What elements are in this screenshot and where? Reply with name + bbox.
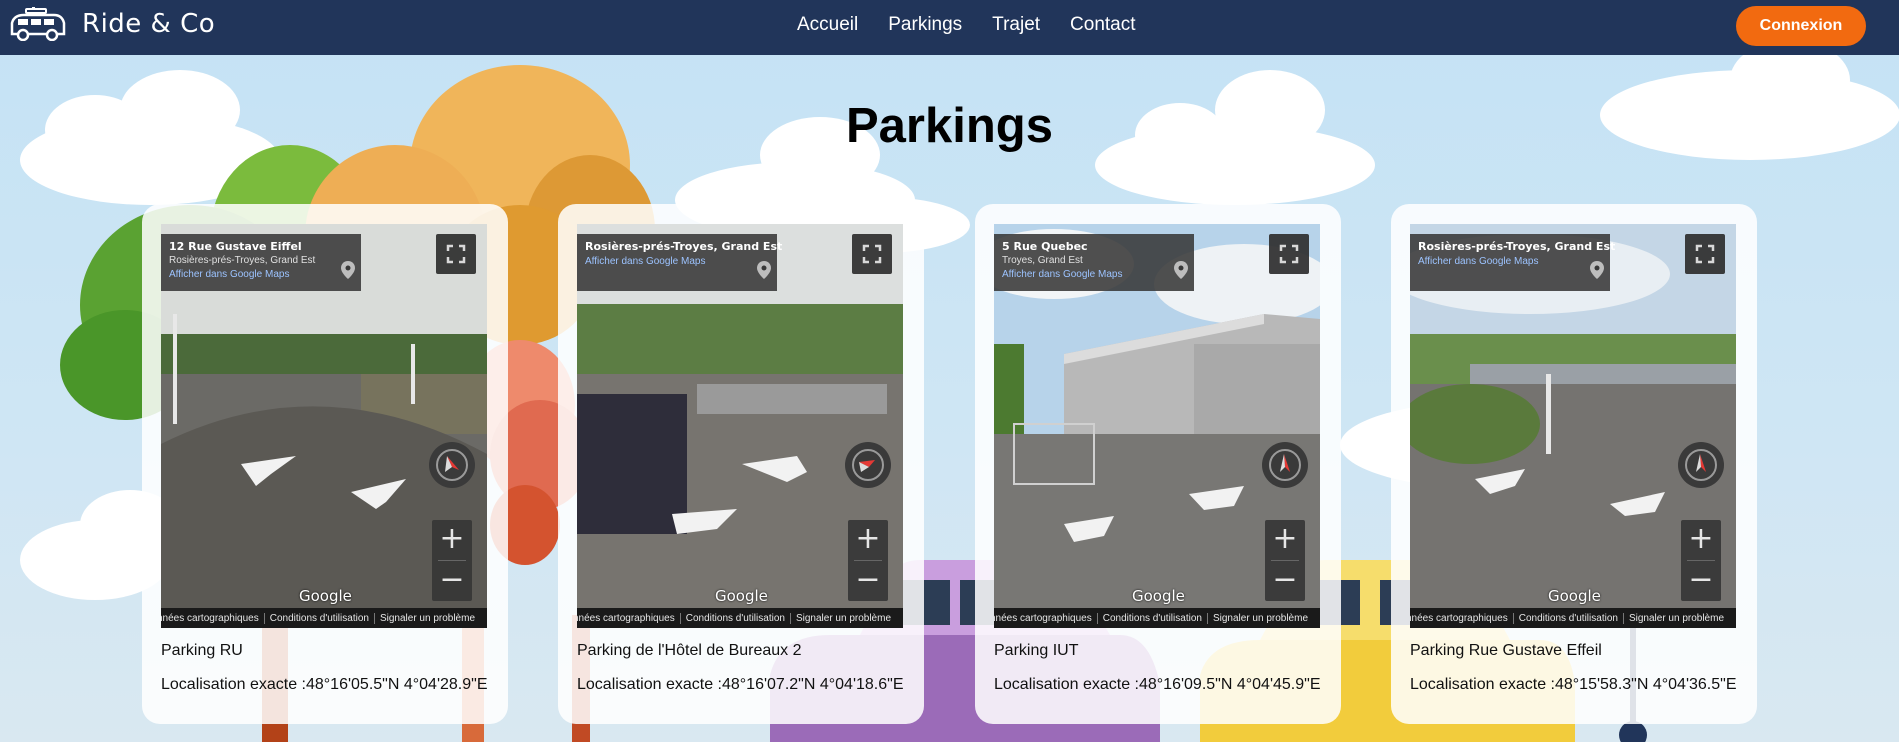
map-data-link[interactable]: nnées cartographiques (994, 612, 1098, 624)
parking-name: Parking Rue Gustave Effeil (1410, 642, 1602, 659)
compass-control[interactable] (1262, 442, 1308, 488)
zoom-out-button[interactable]: − (432, 561, 472, 601)
streetview-panel[interactable]: Rosières-prés-Troyes, Grand Est Afficher… (1410, 224, 1736, 628)
google-logo: Google (1132, 587, 1185, 605)
terms-link[interactable]: Conditions d'utilisation (265, 612, 375, 624)
nav-link-trajet[interactable]: Trajet (992, 14, 1040, 36)
terms-link[interactable]: Conditions d'utilisation (1098, 612, 1208, 624)
streetview-panel[interactable]: 12 Rue Gustave Eiffel Rosières-prés-Troy… (161, 224, 487, 628)
address-subtitle: Rosières-prés-Troyes, Grand Est (169, 255, 316, 266)
map-footer: nnées cartographiques Conditions d'utili… (161, 608, 487, 628)
terms-link[interactable]: Conditions d'utilisation (1514, 612, 1624, 624)
report-problem-link[interactable]: Signaler un problème (1624, 613, 1729, 624)
map-pin-icon[interactable] (757, 261, 771, 279)
zoom-in-button[interactable]: + (432, 520, 472, 560)
parking-card-iut: 5 Rue Quebec Troyes, Grand Est Afficher … (975, 204, 1341, 724)
address-title: 12 Rue Gustave Eiffel (169, 240, 302, 253)
zoom-controls: + − (1265, 520, 1305, 601)
address-title: 5 Rue Quebec (1002, 240, 1088, 253)
google-logo: Google (299, 587, 352, 605)
compass-icon (852, 449, 884, 481)
map-pin-icon[interactable] (341, 261, 355, 279)
parking-card-gustave-effeil: Rosières-prés-Troyes, Grand Est Afficher… (1391, 204, 1757, 724)
zoom-out-button[interactable]: − (848, 561, 888, 601)
zoom-out-button[interactable]: − (1265, 561, 1305, 601)
address-box: 12 Rue Gustave Eiffel Rosières-prés-Troy… (161, 234, 361, 291)
parking-name: Parking IUT (994, 642, 1079, 659)
zoom-in-button[interactable]: + (848, 520, 888, 560)
parking-name: Parking de l'Hôtel de Bureaux 2 (577, 642, 802, 659)
address-subtitle: Troyes, Grand Est (1002, 255, 1083, 266)
address-box: Rosières-prés-Troyes, Grand Est Afficher… (1410, 234, 1616, 291)
google-logo: Google (715, 587, 768, 605)
map-pin-icon[interactable] (1590, 261, 1604, 279)
fullscreen-button[interactable] (1269, 234, 1309, 274)
map-data-link[interactable]: nnées cartographiques (577, 612, 681, 624)
map-pin-icon[interactable] (1174, 261, 1188, 279)
fullscreen-icon (862, 244, 882, 264)
view-in-maps-link[interactable]: Afficher dans Google Maps (585, 256, 769, 267)
map-data-link[interactable]: nnées cartographiques (161, 612, 265, 624)
parking-location: Localisation exacte :48°16'09.5"N 4°04'4… (994, 676, 1321, 693)
fullscreen-button[interactable] (852, 234, 892, 274)
parking-name: Parking RU (161, 642, 243, 659)
compass-control[interactable] (429, 442, 475, 488)
report-problem-link[interactable]: Signaler un problème (1208, 613, 1313, 624)
zoom-out-button[interactable]: − (1681, 561, 1721, 601)
fullscreen-button[interactable] (436, 234, 476, 274)
map-data-link[interactable]: nnées cartographiques (1410, 612, 1514, 624)
zoom-controls: + − (848, 520, 888, 601)
terms-link[interactable]: Conditions d'utilisation (681, 612, 791, 624)
compass-icon (1685, 449, 1717, 481)
fullscreen-icon (1279, 244, 1299, 264)
fullscreen-button[interactable] (1685, 234, 1725, 274)
compass-icon (1269, 449, 1301, 481)
zoom-controls: + − (432, 520, 472, 601)
zoom-in-button[interactable]: + (1681, 520, 1721, 560)
address-title: Rosières-prés-Troyes, Grand Est (585, 240, 783, 253)
report-problem-link[interactable]: Signaler un problème (375, 613, 480, 624)
map-footer: nnées cartographiques Conditions d'utili… (577, 608, 903, 628)
streetview-panel[interactable]: Rosières-prés-Troyes, Grand Est Afficher… (577, 224, 903, 628)
nav-link-accueil[interactable]: Accueil (797, 14, 858, 36)
map-footer: nnées cartographiques Conditions d'utili… (1410, 608, 1736, 628)
fullscreen-icon (446, 244, 466, 264)
nav-link-contact[interactable]: Contact (1070, 14, 1135, 36)
view-in-maps-link[interactable]: Afficher dans Google Maps (169, 269, 353, 280)
login-button[interactable]: Connexion (1736, 6, 1866, 46)
parking-card-ru: 12 Rue Gustave Eiffel Rosières-prés-Troy… (142, 204, 508, 724)
zoom-controls: + − (1681, 520, 1721, 601)
brand-name[interactable]: Ride & Co (82, 9, 215, 39)
parking-card-hotel-bureaux: Rosières-prés-Troyes, Grand Est Afficher… (558, 204, 924, 724)
streetview-panel[interactable]: 5 Rue Quebec Troyes, Grand Est Afficher … (994, 224, 1320, 628)
view-in-maps-link[interactable]: Afficher dans Google Maps (1418, 256, 1602, 267)
map-footer: nnées cartographiques Conditions d'utili… (994, 608, 1320, 628)
nav-link-parkings[interactable]: Parkings (888, 14, 962, 36)
address-title: Rosières-prés-Troyes, Grand Est (1418, 240, 1616, 253)
nav-links: Accueil Parkings Trajet Contact (797, 14, 1136, 36)
parking-location: Localisation exacte :48°15'58.3"N 4°04'3… (1410, 676, 1737, 693)
parking-location: Localisation exacte :48°16'07.2"N 4°04'1… (577, 676, 904, 693)
view-in-maps-link[interactable]: Afficher dans Google Maps (1002, 269, 1186, 280)
van-logo-icon[interactable] (8, 7, 66, 41)
fullscreen-icon (1695, 244, 1715, 264)
compass-control[interactable] (845, 442, 891, 488)
parking-cards: 12 Rue Gustave Eiffel Rosières-prés-Troy… (0, 0, 1899, 742)
parking-location: Localisation exacte :48°16'05.5"N 4°04'2… (161, 676, 488, 693)
navbar: Ride & Co Accueil Parkings Trajet Contac… (0, 0, 1899, 55)
report-problem-link[interactable]: Signaler un problème (791, 613, 896, 624)
address-box: 5 Rue Quebec Troyes, Grand Est Afficher … (994, 234, 1194, 291)
address-box: Rosières-prés-Troyes, Grand Est Afficher… (577, 234, 783, 291)
compass-control[interactable] (1678, 442, 1724, 488)
google-logo: Google (1548, 587, 1601, 605)
zoom-in-button[interactable]: + (1265, 520, 1305, 560)
compass-icon (436, 449, 468, 481)
